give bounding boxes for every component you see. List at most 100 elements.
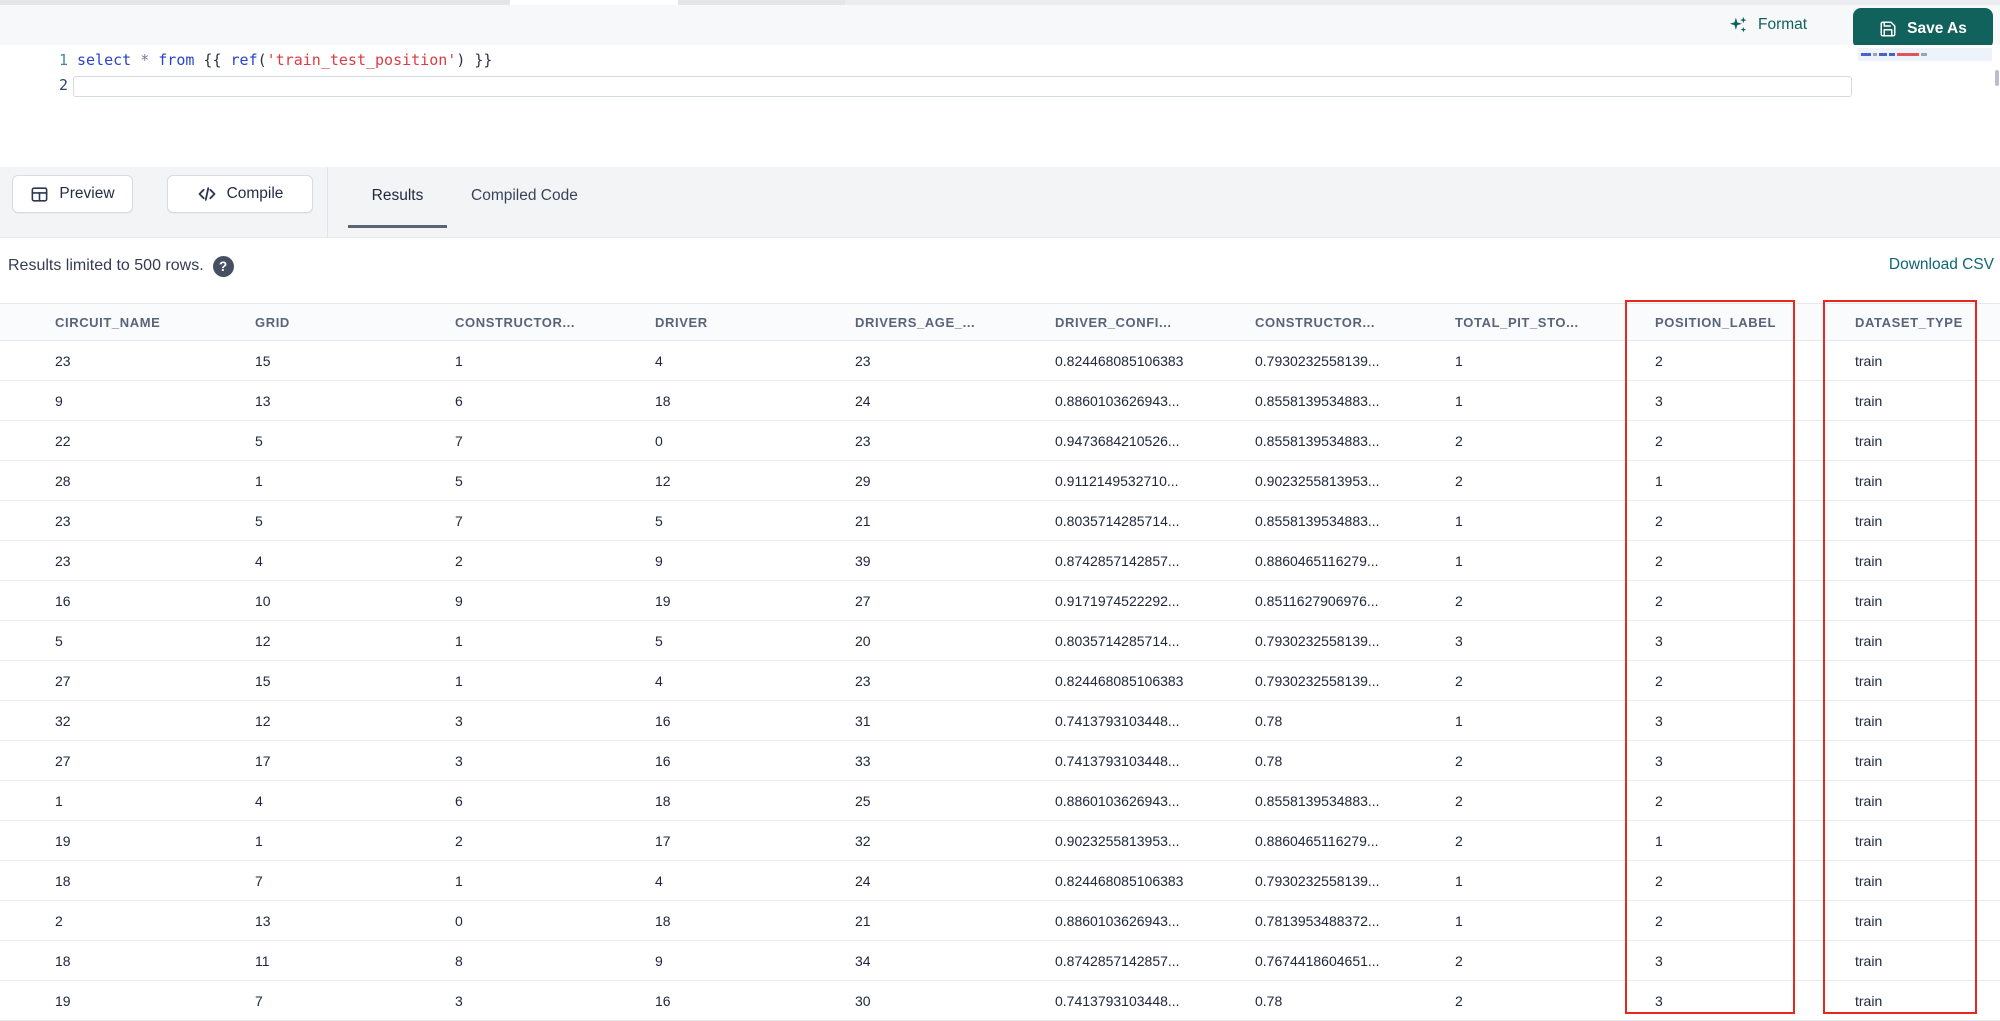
table-cell: 2 (1600, 860, 1800, 901)
table-cell: 1 (400, 660, 600, 701)
current-line-highlight (73, 76, 1852, 97)
table-cell: train (1800, 620, 2000, 661)
table-cell: 1 (1400, 340, 1600, 381)
table-row: 9 13 6 18 24 0.8860103626943... 0.855813953488… (0, 380, 2000, 421)
format-label: Format (1758, 16, 1808, 33)
table-cell: 0.824468085106383 (1000, 660, 1200, 701)
table-row: 2 13 0 18 21 0.8860103626943... 0.781395348837… (0, 900, 2000, 941)
save-as-button[interactable]: Save As (1853, 8, 1993, 49)
table-cell: 34 (800, 940, 1000, 981)
table-cell: 21 (800, 500, 1000, 541)
table-cell: 27 (0, 660, 200, 701)
table-cell: 1 (1400, 700, 1600, 741)
table-row: 23 15 1 4 23 0.824468085106383 0.7930232558139… (0, 340, 2000, 381)
table-cell: 3 (1400, 620, 1600, 661)
table-cell: 2 (1600, 540, 1800, 581)
table-cell: 2 (400, 540, 600, 581)
code-line-1: select * from {{ ref('train_test_positio… (77, 51, 493, 69)
table-cell: 2 (1400, 980, 1600, 1021)
table-cell: train (1800, 900, 2000, 941)
tab-results[interactable]: Results (348, 167, 447, 228)
editor-minimap[interactable] (1858, 48, 1992, 88)
table-cell: 3 (400, 980, 600, 1021)
table-cell: 16 (600, 700, 800, 741)
table-cell: 31 (800, 700, 1000, 741)
table-cell: 4 (600, 860, 800, 901)
compile-label: Compile (226, 185, 284, 202)
table-cell: 7 (400, 500, 600, 541)
table-cell: train (1800, 580, 2000, 621)
table-cell: 24 (800, 860, 1000, 901)
compile-button[interactable]: Compile (167, 175, 313, 213)
table-cell: 0.78 (1200, 700, 1400, 741)
table-cell: 0.8035714285714... (1000, 620, 1200, 661)
table-cell: 2 (1600, 500, 1800, 541)
table-cell: 9 (400, 580, 600, 621)
table-cell: 1 (1600, 460, 1800, 501)
table-cell: train (1800, 780, 2000, 821)
table-cell: train (1800, 700, 2000, 741)
table-cell: 0.7930232558139... (1200, 620, 1400, 661)
column-header: CONSTRUCTOR... (1200, 303, 1400, 341)
table-row: 27 15 1 4 23 0.824468085106383 0.7930232558139… (0, 660, 2000, 701)
table-cell: 27 (800, 580, 1000, 621)
table-cell: 1 (1400, 380, 1600, 421)
table-cell: 0.9023255813953... (1200, 460, 1400, 501)
table-row: 23 5 7 5 21 0.8035714285714... 0.8558139534883… (0, 500, 2000, 541)
table-cell: 2 (1400, 820, 1600, 861)
table-cell: train (1800, 940, 2000, 981)
table-cell: 23 (0, 500, 200, 541)
table-cell: 4 (600, 660, 800, 701)
column-header: TOTAL_PIT_STO... (1400, 303, 1600, 341)
table-cell: 5 (200, 420, 400, 461)
table-cell: 17 (200, 740, 400, 781)
table-cell: 15 (200, 340, 400, 381)
table-cell: 0.8860465116279... (1200, 820, 1400, 861)
column-header: DRIVERS_AGE_... (800, 303, 1000, 341)
table-cell: 12 (600, 460, 800, 501)
code-editor[interactable]: 1 2 select * from {{ ref('train_test_pos… (0, 45, 2000, 167)
active-tab-underline (348, 225, 447, 228)
table-cell: 2 (0, 900, 200, 941)
table-header-row: CIRCUIT_NAME GRID CONSTRUCTOR... DRIVER DRIV… (0, 303, 2000, 341)
table-cell: 32 (0, 700, 200, 741)
table-cell: 0.9171974522292... (1000, 580, 1200, 621)
editor-scrollbar[interactable] (1995, 70, 1999, 86)
table-cell: 12 (200, 700, 400, 741)
table-cell: 3 (400, 740, 600, 781)
table-cell: 13 (200, 900, 400, 941)
table-cell: 9 (600, 940, 800, 981)
table-row: 19 1 2 17 32 0.9023255813953... 0.886046511627… (0, 820, 2000, 861)
table-cell: 3 (1600, 980, 1800, 1021)
table-cell: train (1800, 420, 2000, 461)
table-cell: 0.9023255813953... (1000, 820, 1200, 861)
help-icon[interactable]: ? (212, 255, 234, 277)
preview-button[interactable]: Preview (12, 175, 133, 213)
table-cell: 18 (600, 780, 800, 821)
table-cell: 1 (0, 780, 200, 821)
tab-results-label: Results (371, 187, 424, 204)
table-cell: 2 (1400, 940, 1600, 981)
tab-compiled-code[interactable]: Compiled Code (471, 167, 578, 225)
table-cell: 19 (0, 820, 200, 861)
table-cell: 0.8558139534883... (1200, 380, 1400, 421)
format-button[interactable]: Format (1728, 5, 1807, 45)
table-cell: 0.78 (1200, 740, 1400, 781)
table-cell: 18 (0, 860, 200, 901)
table-cell: 0.8860465116279... (1200, 540, 1400, 581)
download-csv-link[interactable]: Download CSV (1889, 256, 1994, 274)
table-cell: 0.8742857142857... (1000, 540, 1200, 581)
table-cell: train (1800, 860, 2000, 901)
table-cell: 0.78 (1200, 980, 1400, 1021)
table-body: 23 15 1 4 23 0.824468085106383 0.7930232558139… (0, 340, 2000, 1021)
table-row: 28 1 5 12 29 0.9112149532710... 0.902325581395… (0, 460, 2000, 501)
editor-toolbar: Format Save As (0, 5, 2000, 49)
table-cell: train (1800, 540, 2000, 581)
table-cell: 5 (600, 620, 800, 661)
table-cell: 19 (600, 580, 800, 621)
table-cell: 23 (0, 340, 200, 381)
table-cell: 7 (200, 860, 400, 901)
table-cell: 1 (1400, 860, 1600, 901)
table-cell: 23 (800, 660, 1000, 701)
table-cell: 13 (200, 380, 400, 421)
